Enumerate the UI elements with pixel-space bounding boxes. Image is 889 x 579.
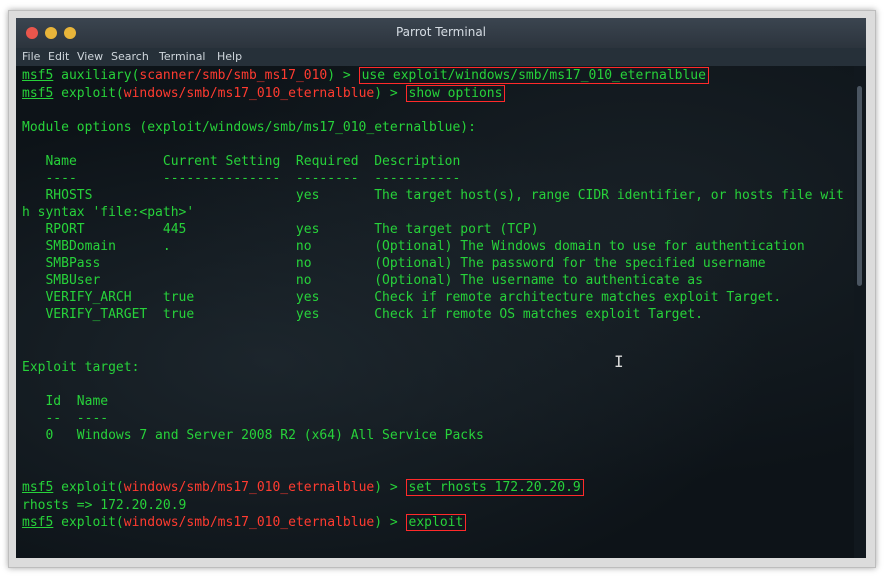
terminal-line: msf5 exploit(windows/smb/ms17_010_eterna… [22,479,584,496]
terminal-window: Parrot Terminal File Edit View Search Te… [16,18,866,558]
text-cursor-icon: I [614,352,624,371]
prompt-end: ) > [374,480,406,495]
highlighted-command: use exploit/windows/smb/ms17_010_eternal… [358,67,709,84]
option-row: SMBUser no (Optional) The username to au… [22,273,703,288]
terminal-line: msf5 exploit(windows/smb/ms17_010_eterna… [22,514,467,531]
target-row: 0 Windows 7 and Server 2008 R2 (x64) All… [22,428,484,443]
prompt-label: msf5 [22,480,54,495]
module-options-heading: Module options (exploit/windows/smb/ms17… [22,120,476,135]
prompt-label: msf5 [22,68,54,83]
highlighted-command: set rhosts 172.20.20.9 [405,479,584,496]
menu-file[interactable]: File [22,50,40,63]
prompt-label: msf5 [22,86,54,101]
title-bar: Parrot Terminal [16,18,866,48]
window-title: Parrot Terminal [395,25,487,39]
prompt-context: exploit( [53,480,124,495]
option-row: RPORT 445 yes The target port (TCP) [22,222,539,237]
menu-bar: File Edit View Search Terminal Help [16,48,866,66]
menu-search[interactable]: Search [111,50,149,63]
option-row: SMBPass no (Optional) The password for t… [22,256,766,271]
scrollbar-thumb[interactable] [857,86,862,286]
prompt-label: msf5 [22,515,54,530]
menu-help[interactable]: Help [217,50,242,63]
menu-view[interactable]: View [77,50,103,63]
terminal-line: msf5 exploit(windows/smb/ms17_010_eterna… [22,85,506,102]
module-name: windows/smb/ms17_010_eternalblue [123,86,375,101]
terminal-output[interactable]: msf5 auxiliary(scanner/smb/smb_ms17_010)… [16,66,854,558]
option-row: SMBDomain . no (Optional) The Windows do… [22,239,805,254]
prompt-end: ) > [374,515,406,530]
rhosts-output: rhosts => 172.20.20.9 [22,498,187,513]
highlighted-command: exploit [405,514,467,531]
scrollbar[interactable] [854,66,866,558]
prompt-context: auxiliary( [53,68,140,83]
module-name: windows/smb/ms17_010_eternalblue [123,515,375,530]
prompt-end: ) > [327,68,359,83]
menu-edit[interactable]: Edit [48,50,69,63]
highlighted-command: show options [405,85,506,102]
exploit-target-heading: Exploit target: [22,360,140,375]
prompt-context: exploit( [53,86,124,101]
target-table-header: Id Name [22,394,109,409]
prompt-end: ) > [374,86,406,101]
option-row-wrap: h syntax 'file:<path>' [22,205,195,220]
options-table-header: Name Current Setting Required Descriptio… [22,154,461,169]
menu-terminal[interactable]: Terminal [159,50,206,63]
target-table-underline: -- ---- [22,411,109,426]
terminal-line: msf5 auxiliary(scanner/smb/smb_ms17_010)… [22,67,709,84]
module-name: scanner/smb/smb_ms17_010 [139,68,328,83]
options-table-underline: ---- --------------- -------- ----------… [22,171,461,186]
prompt-context: exploit( [53,515,124,530]
option-row: VERIFY_ARCH true yes Check if remote arc… [22,290,782,305]
module-name: windows/smb/ms17_010_eternalblue [123,480,375,495]
option-row: RHOSTS yes The target host(s), range CID… [22,188,844,203]
option-row: VERIFY_TARGET true yes Check if remote O… [22,307,703,322]
